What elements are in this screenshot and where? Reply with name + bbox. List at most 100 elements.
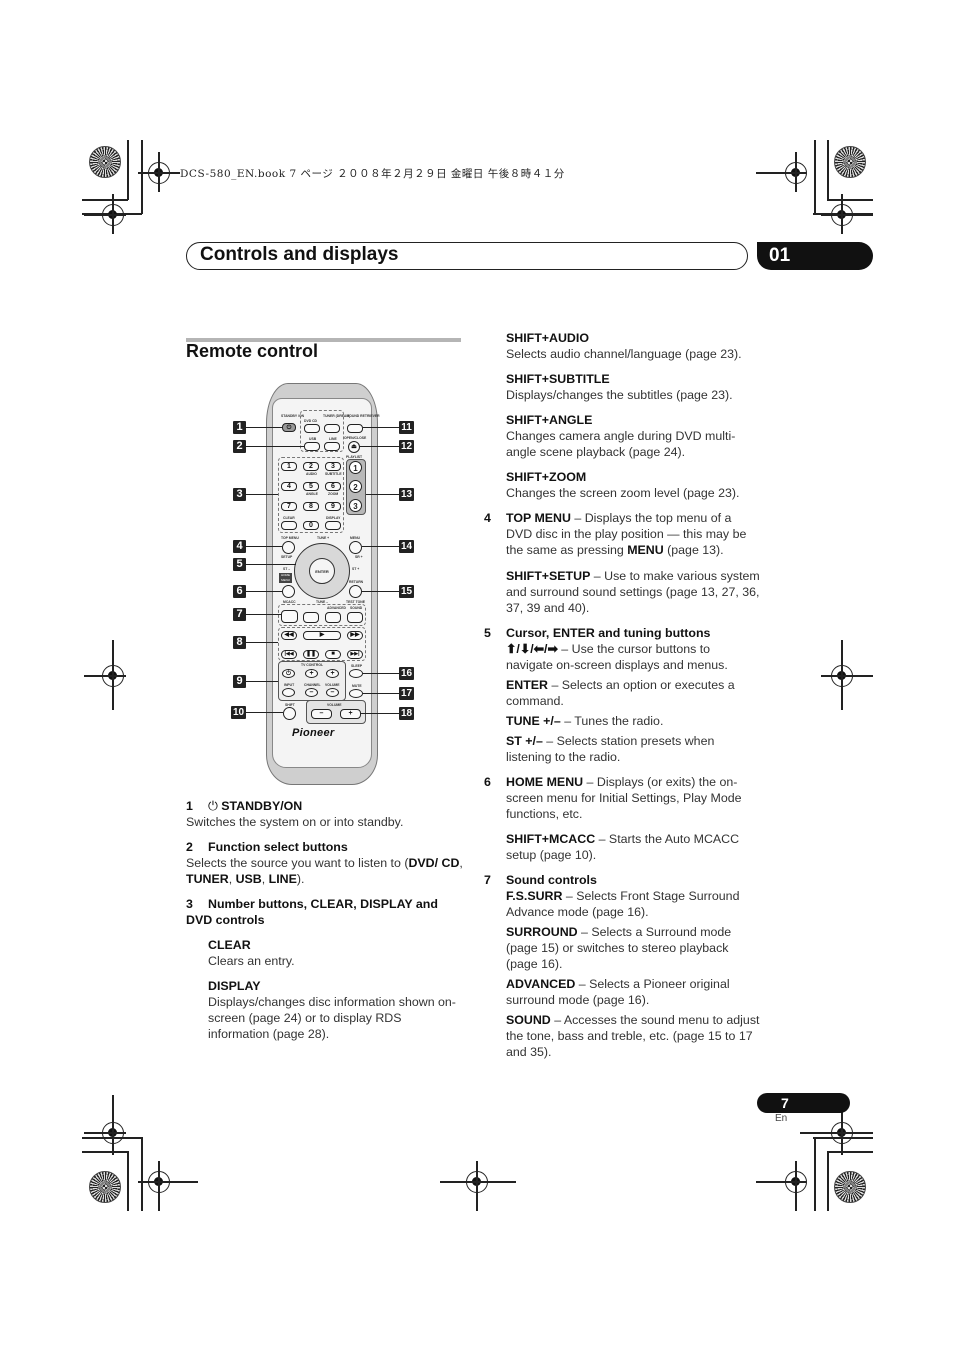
open-close-button: ⏏ <box>348 441 360 453</box>
crop-mark <box>827 1151 873 1153</box>
callout-line <box>246 681 278 682</box>
mute-button <box>349 689 363 698</box>
number-key-2: 2 <box>303 462 319 471</box>
sound-retriever-button <box>347 424 363 433</box>
power-icon: ⏻ <box>286 425 292 431</box>
item-5: 5 Cursor, ENTER and tuning buttons ⬆/⬇/⬅… <box>484 626 735 764</box>
remote-label: DISPLAY <box>326 516 341 520</box>
callout-label: 9 <box>233 675 246 688</box>
rewind-button: ◀◀ <box>281 631 297 640</box>
playlist-key-1: 1 <box>349 461 362 474</box>
usb-button <box>304 442 320 451</box>
crop-mark <box>756 1181 806 1183</box>
sub-item-body: Clears an entry. <box>208 954 295 968</box>
remote-label: USB <box>309 437 317 441</box>
tv-volume-up-button: + <box>326 669 339 678</box>
callout-line <box>246 642 278 643</box>
crop-mark <box>841 194 843 234</box>
top-menu-button <box>282 541 295 554</box>
callout-label: 3 <box>233 488 246 501</box>
sub-item-heading: SHIFT+ANGLE <box>506 413 593 427</box>
line-button <box>324 442 340 451</box>
number-key-9: 9 <box>325 502 341 511</box>
crop-mark <box>440 1181 516 1183</box>
sub-item-heading: CLEAR <box>208 938 251 952</box>
menu-button <box>349 541 362 554</box>
item-heading: 2 Function select buttons <box>186 840 348 854</box>
callout-line <box>246 494 278 495</box>
page-language: En <box>775 1113 788 1124</box>
callout-label: 6 <box>233 585 246 598</box>
crop-mark <box>84 214 126 216</box>
crop-mark <box>141 140 143 214</box>
sub-item-heading: SHIFT+ZOOM <box>506 470 587 484</box>
remote-label: CHANNEL <box>304 683 321 687</box>
number-key-6: 6 <box>325 482 341 491</box>
tv-input-button <box>282 688 295 697</box>
callout-line <box>363 693 399 694</box>
volume-up-button: + <box>340 709 361 719</box>
callout-line <box>246 446 304 447</box>
section-title: Remote control <box>186 341 319 361</box>
sub-item-heading: SHIFT+SUBTITLE <box>506 372 610 386</box>
remote-label: VOLUME <box>325 683 340 687</box>
remote-label: VOLUME <box>327 703 342 707</box>
callout-label: 2 <box>233 440 246 453</box>
crop-mark <box>158 1161 160 1211</box>
remote-label: AUDIO <box>306 472 317 476</box>
fast-forward-button: ▶▶ <box>347 631 363 640</box>
surround-button <box>303 612 319 623</box>
color-target-icon <box>834 1171 866 1203</box>
remote-label: ANGLE <box>306 492 318 496</box>
callout-label: 15 <box>399 585 414 598</box>
chapter-title: Controls and displays <box>200 244 399 265</box>
callout-label: 11 <box>399 421 414 434</box>
callout-line <box>246 712 283 713</box>
stop-button: ■ <box>325 650 341 659</box>
return-button <box>349 585 362 598</box>
volume-down-button: – <box>311 709 332 719</box>
crop-mark <box>82 1151 128 1153</box>
callout-label: 14 <box>399 540 414 553</box>
crop-mark <box>821 675 873 677</box>
number-key-7: 7 <box>281 502 297 511</box>
chapter-number: 01 <box>757 242 873 270</box>
crop-mark <box>814 1137 816 1211</box>
crop-mark <box>795 152 797 192</box>
sub-items: CLEAR Clears an entry. DISPLAY Displays/… <box>186 937 466 1042</box>
sound-button <box>347 612 363 623</box>
pause-button: ❚❚ <box>303 650 319 659</box>
sleep-button <box>349 669 363 678</box>
item-body: Selects the source you want to listen to… <box>186 856 463 886</box>
number-key-4: 4 <box>281 482 297 491</box>
crop-mark <box>158 152 160 192</box>
crop-mark <box>112 1095 114 1155</box>
callout-line <box>246 614 281 615</box>
remote-label: DVD CD <box>304 419 317 423</box>
playlist-key-3: 3 <box>349 499 362 512</box>
remote-label: ST + <box>352 567 360 571</box>
tv-power-button: ⏻ <box>282 669 295 678</box>
number-key-1: 1 <box>281 462 297 471</box>
item-body: Switches the system on or into standby. <box>186 815 404 829</box>
crop-mark <box>84 1132 126 1134</box>
remote-label: SOUND <box>350 606 363 610</box>
dvd-cd-button <box>304 424 320 433</box>
callout-line <box>362 591 399 592</box>
remote-label: RETURN <box>349 580 364 584</box>
sub-item-heading: SHIFT+AUDIO <box>506 331 589 345</box>
callout-label: 17 <box>399 687 414 700</box>
callout-line <box>246 591 282 592</box>
page-number: 7 <box>757 1093 850 1113</box>
number-key-8: 8 <box>303 502 319 511</box>
mcacc-button <box>282 585 295 598</box>
callout-label: 10 <box>231 706 246 719</box>
enter-button: ENTER <box>309 558 335 584</box>
crop-mark <box>112 640 114 710</box>
crop-mark <box>112 194 114 234</box>
number-key-3: 3 <box>325 462 341 471</box>
callout-line <box>366 494 399 495</box>
remote-label: INPUT <box>284 683 295 687</box>
remote-label: MENU <box>350 536 360 540</box>
sub-item-body: Changes the screen zoom level (page 23). <box>506 486 740 500</box>
